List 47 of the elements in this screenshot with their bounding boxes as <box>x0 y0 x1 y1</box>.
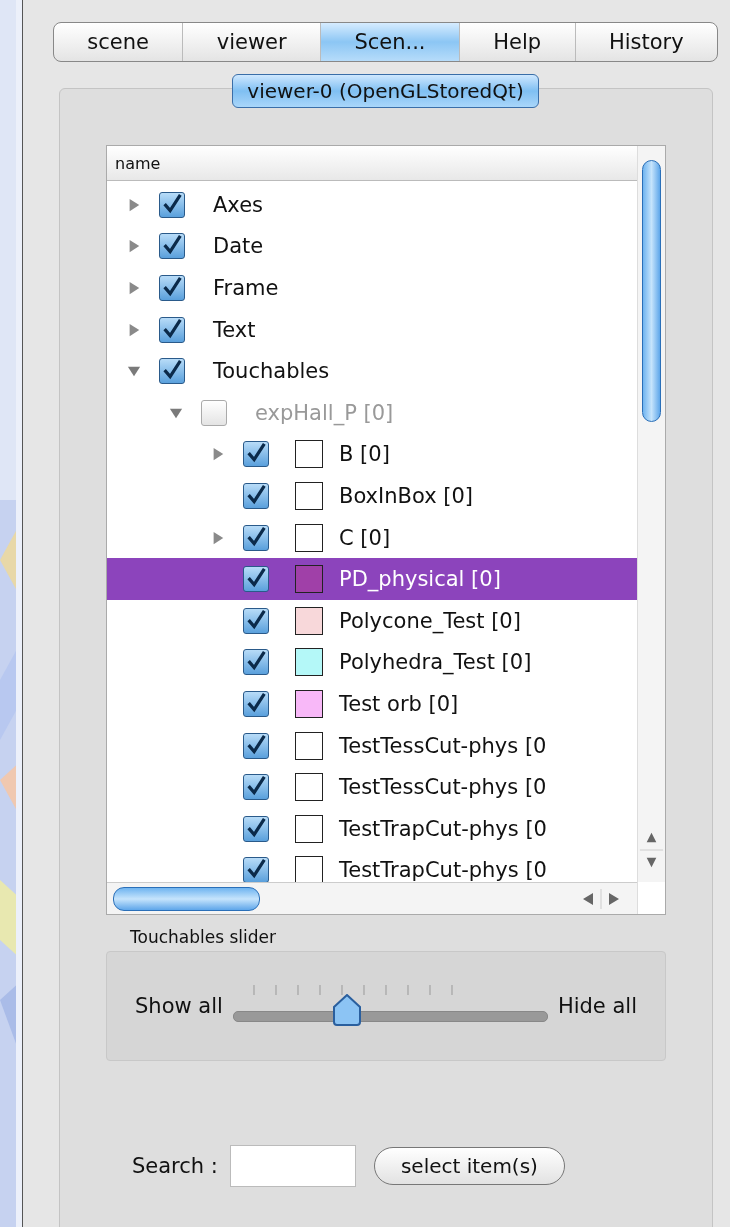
expand-arrow-icon[interactable] <box>127 238 141 255</box>
tree-row[interactable]: Date <box>107 225 637 268</box>
tree-item-label: PD_physical [0] <box>339 567 501 592</box>
slider-left-label: Show all <box>135 994 223 1018</box>
tree-item-label: TestTrapCut-phys [0 <box>339 816 547 841</box>
tree-item-label: Test orb [0] <box>339 691 459 716</box>
horizontal-scrollbar[interactable] <box>107 882 637 914</box>
viewer-button[interactable]: viewer-0 (OpenGLStoredQt) <box>232 74 539 108</box>
tree-row[interactable]: Touchables <box>107 350 637 392</box>
tree-row[interactable]: Axes <box>107 184 637 226</box>
checkbox[interactable] <box>159 233 185 260</box>
scrollbar-thumb[interactable] <box>113 886 260 911</box>
tree-item-label: Touchables <box>213 359 330 384</box>
tree-item-label: Polyhedra_Test [0] <box>339 650 532 675</box>
tree-item-label: BoxInBox [0] <box>339 483 473 508</box>
tree-item-label: TestTrapCut-phys [0 <box>339 858 547 882</box>
checkbox[interactable] <box>159 191 185 218</box>
tree-item-label: Date <box>213 234 264 259</box>
tree-item-label: C [0] <box>339 525 391 550</box>
tree-item-label: B [0] <box>339 442 390 467</box>
checkbox[interactable] <box>159 316 185 343</box>
tree-row[interactable]: Frame <box>107 267 637 309</box>
select-items-button[interactable]: select item(s) <box>373 1147 565 1185</box>
expand-arrow-icon[interactable] <box>127 321 141 338</box>
expand-arrow-icon[interactable] <box>127 280 141 296</box>
slider-right-label: Hide all <box>557 994 637 1018</box>
tree-item-label: Polycone_Test [0] <box>339 608 521 633</box>
search-label: Search : <box>132 1154 218 1178</box>
tree-item-label: expHall_P [0] <box>255 400 394 425</box>
expand-arrow-icon[interactable] <box>127 196 141 213</box>
search-field[interactable] <box>229 1145 356 1187</box>
tab[interactable]: scene <box>54 23 184 61</box>
tree-item-label: TestTessCut-phys [0 <box>339 733 547 758</box>
checkbox[interactable] <box>159 275 185 301</box>
vertical-scrollbar[interactable] <box>637 146 665 882</box>
tab[interactable]: Scen... <box>321 23 460 61</box>
tree-item-label: Frame <box>213 276 279 300</box>
tree-item-label: TestTessCut-phys [0 <box>339 775 547 800</box>
tree-row[interactable]: Text <box>107 308 637 351</box>
tab[interactable]: History <box>575 23 717 61</box>
scrollbar-thumb[interactable] <box>642 160 661 422</box>
checkbox[interactable] <box>159 358 185 385</box>
tree-item-label: Axes <box>213 192 263 217</box>
slider-thumb[interactable] <box>331 994 362 1026</box>
tab[interactable]: Help <box>459 23 576 61</box>
tree-item-label: Text <box>213 317 256 342</box>
slider-title: Touchables slider <box>130 927 276 947</box>
